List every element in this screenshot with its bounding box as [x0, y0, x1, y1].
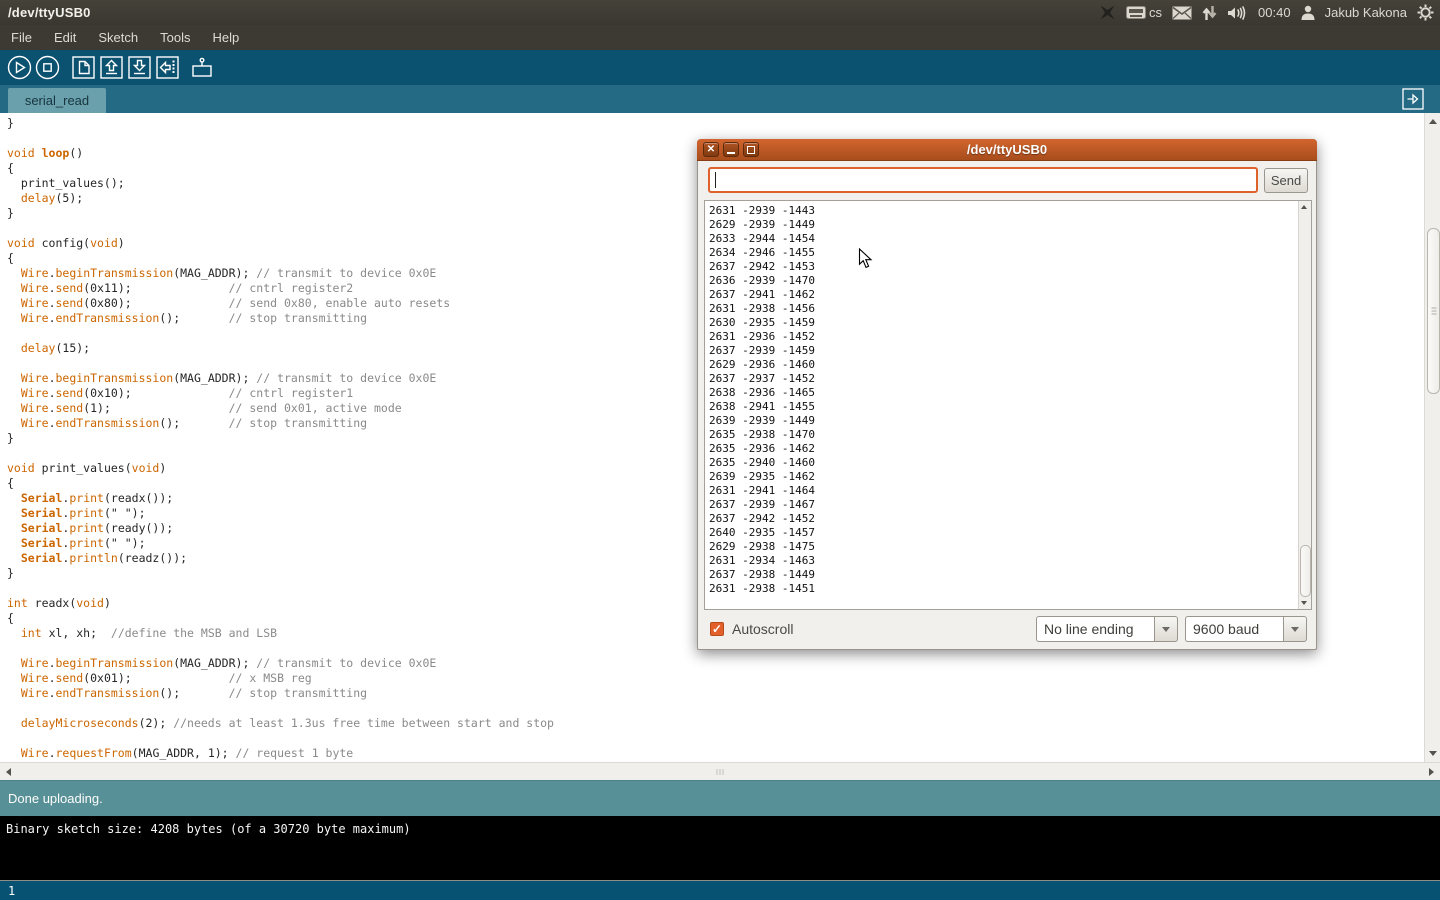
serial-window-titlebar[interactable]: ✕ /dev/ttyUSB0	[697, 139, 1317, 161]
scroll-up-arrow[interactable]	[1429, 119, 1437, 124]
system-tray: cs 00:40 Jakub Kakona	[1099, 0, 1434, 25]
vertical-scroll-thumb[interactable]	[1427, 228, 1440, 394]
serial-monitor-footer: ✓ Autoscroll No line ending 9600 baud	[698, 615, 1316, 643]
user-icon	[1301, 0, 1315, 25]
open-sketch-button[interactable]	[98, 55, 124, 81]
user-menu[interactable]: Jakub Kakona	[1325, 5, 1407, 20]
open-icon	[100, 56, 123, 79]
status-bar: Done uploading.	[0, 780, 1440, 816]
pinwheel-icon[interactable]	[1099, 0, 1116, 25]
keyboard-layout-label: cs	[1149, 5, 1162, 20]
line-ending-arrow-button[interactable]	[1154, 616, 1178, 642]
save-sketch-button[interactable]	[126, 55, 152, 81]
save-icon	[128, 56, 151, 79]
baud-rate-value: 9600 baud	[1185, 616, 1283, 642]
serial-output-scrollbar[interactable]	[1298, 201, 1311, 609]
serial-scroll-down-arrow[interactable]	[1301, 601, 1307, 605]
desktop: { "desktop": { "window_title": "/dev/tty…	[0, 0, 1440, 900]
autoscroll-checkbox[interactable]: ✓	[710, 622, 724, 636]
send-button-label: Send	[1271, 173, 1301, 188]
serial-scroll-up-arrow[interactable]	[1301, 205, 1307, 209]
keyboard-layout-indicator[interactable]: cs	[1126, 5, 1162, 20]
console-text: Binary sketch size: 4208 bytes (of a 307…	[6, 822, 411, 836]
line-ending-value: No line ending	[1036, 616, 1154, 642]
baud-rate-dropdown[interactable]: 9600 baud	[1185, 616, 1307, 642]
editor-horizontal-scrollbar[interactable]	[0, 762, 1440, 780]
clock[interactable]: 00:40	[1258, 5, 1291, 20]
serial-send-input[interactable]	[708, 167, 1258, 193]
menu-help[interactable]: Help	[201, 26, 250, 49]
upload-button[interactable]	[154, 55, 180, 81]
menubar: File Edit Sketch Tools Help	[0, 25, 1440, 50]
scroll-left-arrow[interactable]	[6, 768, 11, 776]
scroll-right-arrow[interactable]	[1429, 768, 1434, 776]
toolbar	[0, 50, 1440, 85]
scroll-down-arrow[interactable]	[1429, 751, 1437, 756]
new-sketch-button[interactable]	[70, 55, 96, 81]
tab-menu-button[interactable]	[1402, 88, 1424, 110]
minimize-button[interactable]	[723, 142, 739, 157]
menu-edit[interactable]: Edit	[43, 26, 87, 49]
verify-button[interactable]	[6, 55, 32, 81]
verify-icon	[7, 55, 32, 80]
window-controls: ✕	[697, 142, 759, 157]
mouse-cursor	[858, 248, 874, 275]
network-arrows-icon[interactable]	[1202, 0, 1217, 25]
stop-button[interactable]	[34, 55, 60, 81]
maximize-button[interactable]	[743, 142, 759, 157]
line-indicator: 1	[8, 884, 15, 898]
upload-icon	[156, 56, 179, 79]
line-number-strip: 1	[0, 880, 1440, 900]
new-icon	[72, 56, 95, 79]
stop-icon	[35, 55, 60, 80]
serial-monitor-window: ✕ /dev/ttyUSB0 Send 2631 -2939 -1443 262…	[697, 139, 1317, 650]
serial-monitor-button[interactable]	[190, 55, 216, 81]
tab-label: serial_read	[25, 93, 89, 108]
active-window-title: /dev/ttyUSB0	[0, 5, 91, 20]
autoscroll-label: Autoscroll	[732, 621, 793, 637]
chevron-down-icon	[1291, 627, 1299, 632]
mail-icon[interactable]	[1172, 0, 1192, 25]
serial-output-text: 2631 -2939 -1443 2629 -2939 -1449 2633 -…	[705, 201, 1311, 596]
chevron-down-icon	[1162, 627, 1170, 632]
serial-output-area[interactable]: 2631 -2939 -1443 2629 -2939 -1449 2633 -…	[704, 200, 1312, 610]
text-caret	[715, 172, 716, 188]
menu-tools[interactable]: Tools	[149, 26, 201, 49]
status-message: Done uploading.	[8, 791, 103, 806]
close-button[interactable]: ✕	[703, 142, 719, 157]
tab-bar: serial_read	[0, 85, 1440, 113]
tab-serial-read[interactable]: serial_read	[8, 88, 106, 113]
tab-menu-arrow-icon	[1402, 88, 1424, 110]
line-ending-dropdown[interactable]: No line ending	[1036, 616, 1178, 642]
serial-scroll-thumb[interactable]	[1300, 545, 1311, 597]
serial-window-title: /dev/ttyUSB0	[697, 142, 1317, 157]
horizontal-scroll-grip[interactable]	[717, 769, 724, 775]
desktop-top-panel: /dev/ttyUSB0 cs 00:40 Jakub Kakona	[0, 0, 1440, 25]
editor-vertical-scrollbar[interactable]	[1424, 113, 1440, 762]
send-button[interactable]: Send	[1264, 168, 1308, 193]
baud-rate-arrow-button[interactable]	[1283, 616, 1307, 642]
gear-icon[interactable]	[1417, 0, 1434, 25]
build-console: Binary sketch size: 4208 bytes (of a 307…	[0, 816, 1440, 880]
keyboard-icon	[1126, 6, 1146, 19]
menu-sketch[interactable]: Sketch	[87, 26, 149, 49]
menu-file[interactable]: File	[0, 26, 43, 49]
serial-monitor-icon	[190, 56, 216, 80]
volume-icon[interactable]	[1227, 0, 1248, 25]
